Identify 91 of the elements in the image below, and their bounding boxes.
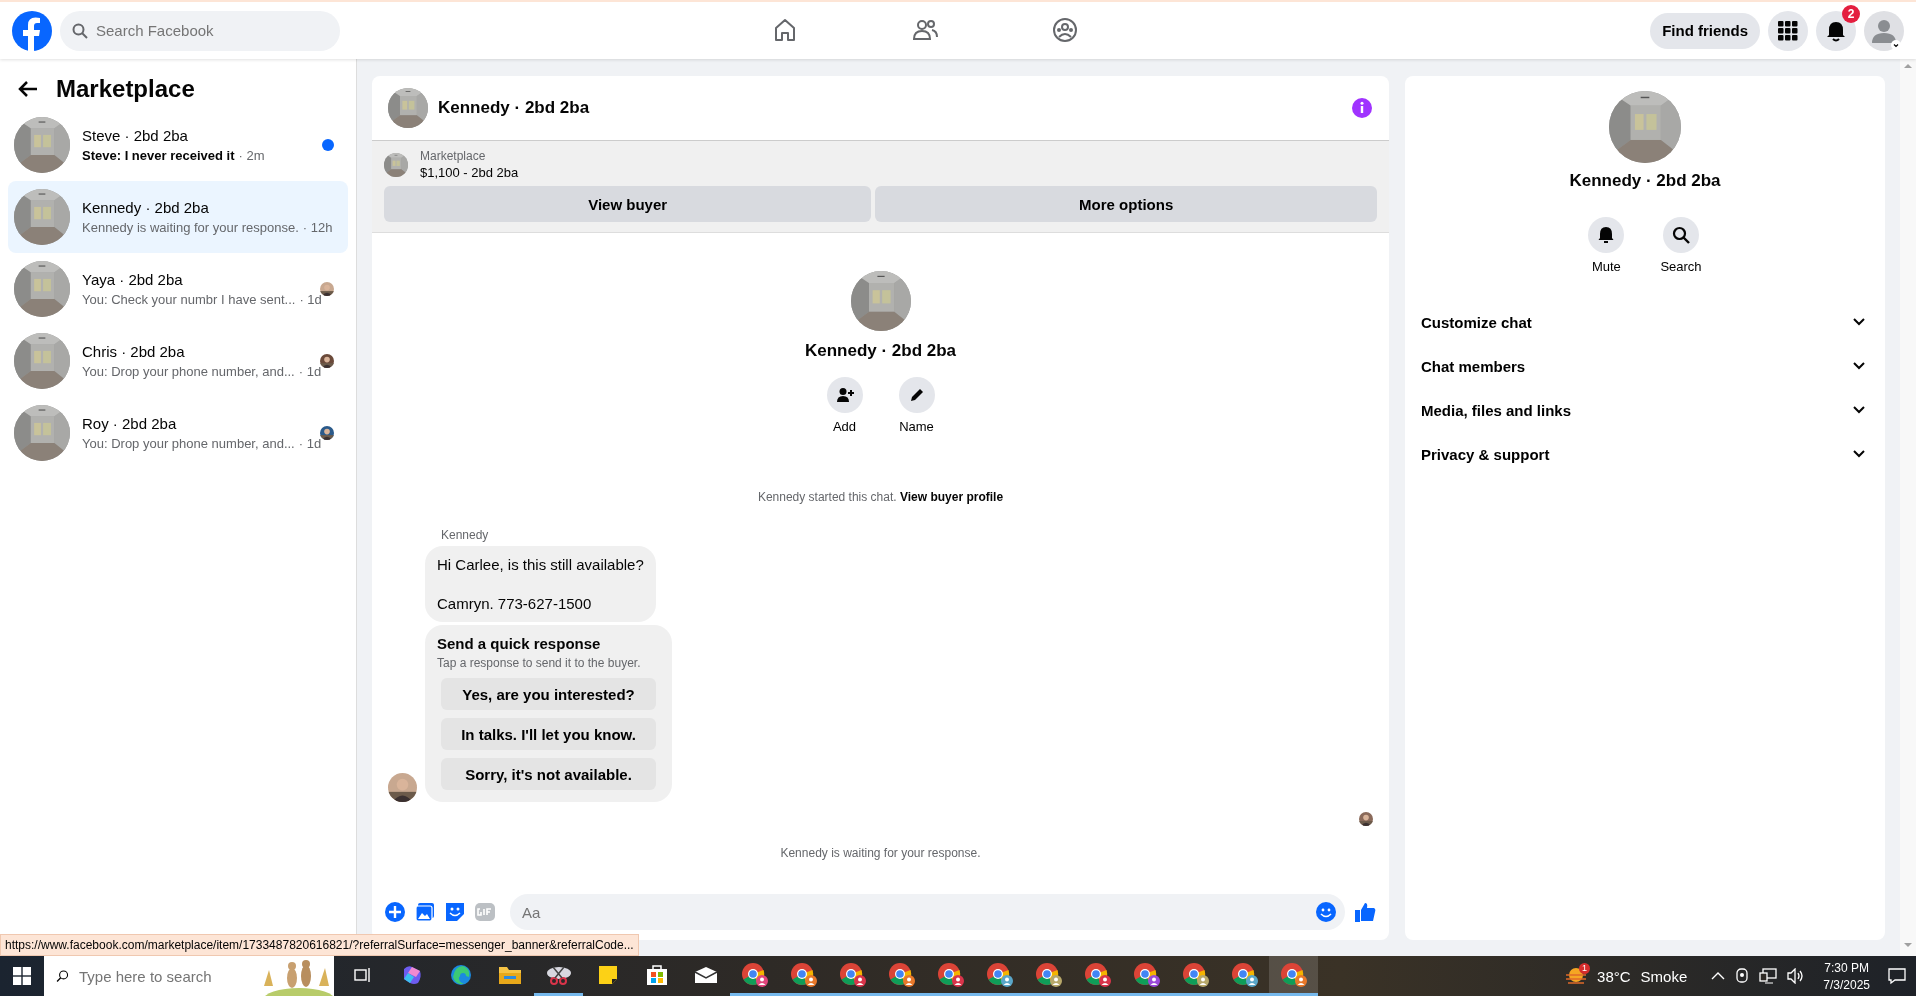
store-bag-icon — [644, 962, 669, 987]
search-icon — [1672, 226, 1690, 244]
network-icon[interactable] — [1759, 968, 1778, 984]
clock-date[interactable]: 7/3/2025 — [1823, 977, 1870, 992]
chat-name: Kennedy · 2bd 2ba — [804, 341, 957, 361]
logo-icon[interactable] — [12, 10, 52, 51]
conversation-time: · 1d — [299, 292, 322, 307]
conversation-item[interactable]: Steve · 2bd 2ba Steve: I never received it · 2m — [8, 109, 348, 181]
conversation-time: · 12h — [302, 220, 333, 235]
chevron-down-icon — [1853, 406, 1865, 414]
conversation-time: · 2m — [238, 148, 265, 163]
conversation-item[interactable]: Chris · 2bd 2ba You: Drop your phone number, and... · 1d — [8, 325, 348, 397]
sticky-note-icon — [597, 964, 618, 985]
quick-response-button[interactable]: Sorry, it's not available. — [441, 758, 656, 790]
notifications-button[interactable] — [1816, 10, 1856, 51]
search-icon — [72, 22, 88, 39]
sticker-icon[interactable] — [444, 901, 466, 923]
conversation-name: Kennedy · 2bd 2ba — [82, 199, 210, 216]
sidebar-title: Marketplace — [56, 75, 195, 103]
plus-icon[interactable] — [384, 901, 406, 923]
quick-response-button[interactable]: In talks. I'll let you know. — [441, 718, 656, 750]
status-url: https://www.facebook.com/marketplace/item/1733487820616821/?referralSurface=messenger_banner&referralCode... — [0, 934, 639, 956]
listing-action-button[interactable]: More options — [875, 186, 1377, 222]
waiting-notice: Kennedy is waiting for your response. — [779, 846, 982, 860]
notification-badge: 2 — [1842, 4, 1860, 23]
contact-name: Kennedy · 2bd 2ba — [1569, 171, 1721, 191]
weather-badge: 1 — [1579, 963, 1591, 974]
conversation-name: Steve · 2bd 2ba — [82, 127, 189, 144]
quick-response-button[interactable]: Yes, are you interested? — [441, 678, 656, 710]
taskbar-search-field[interactable]: Type here to search — [44, 956, 334, 996]
settings-section[interactable]: Media, files and links — [1413, 388, 1877, 432]
conversation-item[interactable]: Yaya · 2bd 2ba You: Check your numbr I have sent... · 1d — [8, 253, 348, 325]
conversation-preview: You: Drop your phone number, and... — [82, 436, 295, 451]
windows-logo-icon — [13, 967, 31, 985]
message-text: Hi Carlee, is this still available? — [437, 556, 644, 573]
conversation-name: Roy · 2bd 2ba — [82, 415, 178, 432]
search-input[interactable]: Type here to search — [69, 956, 259, 996]
conversation-name: Chris · 2bd 2ba — [82, 343, 186, 360]
settings-section[interactable]: Customize chat — [1413, 300, 1877, 344]
search-field[interactable]: Search Facebook — [60, 10, 340, 51]
conversation-item[interactable]: Roy · 2bd 2ba You: Drop your phone number, and... · 1d — [8, 397, 348, 469]
info-icon[interactable] — [1351, 97, 1373, 119]
clock-time[interactable]: 7:30 PM — [1824, 960, 1869, 975]
message-text: Camryn. 773-627-1500 — [437, 595, 593, 612]
back-arrow-icon[interactable] — [18, 80, 38, 98]
chevron-down-icon — [1853, 450, 1865, 458]
conversation-preview: You: Check your numbr I have sent... — [82, 292, 296, 307]
menu-grid-button[interactable] — [1768, 10, 1808, 51]
listing-label: Marketplace — [420, 149, 487, 163]
conversation-time: · 1d — [298, 436, 322, 451]
chevron-up-icon[interactable] — [1711, 971, 1726, 981]
add-person-icon — [835, 387, 854, 403]
unread-dot — [322, 139, 334, 151]
emoji-icon[interactable] — [1315, 901, 1337, 923]
weather-haze-icon — [1565, 967, 1588, 985]
settings-section[interactable]: Chat members — [1413, 344, 1877, 388]
chat-title: Kennedy · 2bd 2ba — [438, 98, 591, 118]
find-friends-button[interactable]: Find friends — [1650, 12, 1760, 49]
bell-icon — [1825, 19, 1847, 42]
bell-icon — [1598, 226, 1615, 244]
listing-title: $1,100 - 2bd 2ba — [420, 165, 519, 180]
view-buyer-profile-link[interactable]: View buyer profile — [899, 490, 1004, 504]
conversation-preview: Kennedy is waiting for your response. — [82, 220, 299, 235]
quick-response-title: Send a quick response — [437, 635, 602, 652]
envelope-icon — [693, 965, 718, 984]
pencil-icon — [908, 387, 925, 403]
chat-notice: Kennedy started this chat. View buyer profile — [756, 490, 1005, 504]
conversation-preview: You: Drop your phone number, and... — [82, 364, 295, 379]
conversation-name: Yaya · 2bd 2ba — [82, 271, 184, 288]
image-icon[interactable] — [414, 901, 436, 923]
conversation-item[interactable]: Kennedy · 2bd 2ba Kennedy is waiting for your response. · 12h — [8, 181, 348, 253]
conversation-time: · 1d — [298, 364, 322, 379]
task-view-icon — [353, 966, 372, 983]
weather-condition: Smoke — [1640, 967, 1688, 985]
settings-section[interactable]: Privacy & support — [1413, 432, 1877, 476]
thumbs-up-icon[interactable] — [1353, 900, 1377, 924]
quick-response-subtitle: Tap a response to send it to the buyer. — [437, 656, 642, 670]
sender-name: Kennedy — [441, 528, 490, 542]
browser-icon — [448, 962, 473, 987]
temperature: 38°C — [1597, 967, 1631, 985]
account-button[interactable] — [1864, 10, 1904, 51]
notification-icon[interactable] — [1888, 967, 1906, 985]
chevron-down-icon — [1853, 362, 1865, 370]
grid-icon — [1778, 20, 1798, 41]
chevron-down-icon — [1853, 318, 1865, 326]
conversation-preview: Steve: I never received it — [82, 148, 235, 163]
search-icon — [56, 967, 69, 985]
camera-icon[interactable] — [1735, 968, 1750, 984]
listing-action-button[interactable]: View buyer — [384, 186, 872, 222]
message-field[interactable]: Aa — [510, 894, 1345, 930]
speaker-icon[interactable] — [1787, 968, 1806, 984]
